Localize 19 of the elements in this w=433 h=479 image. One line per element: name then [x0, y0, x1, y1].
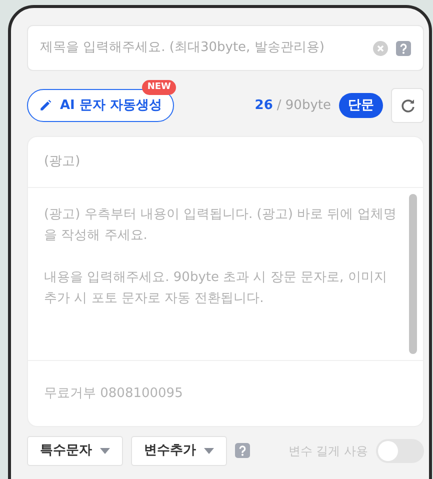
toggle-switch[interactable] [376, 438, 424, 463]
refresh-button[interactable] [391, 88, 424, 123]
clear-icon[interactable] [373, 40, 388, 56]
byte-limit: / 90byte [276, 96, 331, 115]
dropdown-button[interactable]: 특수문자 [27, 436, 123, 466]
opt-out-number-text: 무료거부 0808100095 [44, 384, 183, 403]
refresh-icon [400, 98, 416, 114]
help-icon[interactable] [235, 443, 250, 458]
caret-icon [100, 448, 110, 454]
new-badge: NEW [142, 80, 176, 95]
message-type-badge: 단문 [339, 92, 383, 118]
pencil-icon [39, 99, 52, 112]
help-icon[interactable] [396, 40, 411, 56]
caret-icon [204, 448, 214, 454]
dropdown-button[interactable]: 변수추가 [131, 436, 227, 466]
scrollbar[interactable] [409, 194, 417, 354]
ai-auto-generate-button[interactable]: AI 문자 자동생성 [27, 88, 174, 122]
byte-count: 26 [254, 96, 273, 115]
ad-prefix-text: (광고) [44, 153, 80, 172]
